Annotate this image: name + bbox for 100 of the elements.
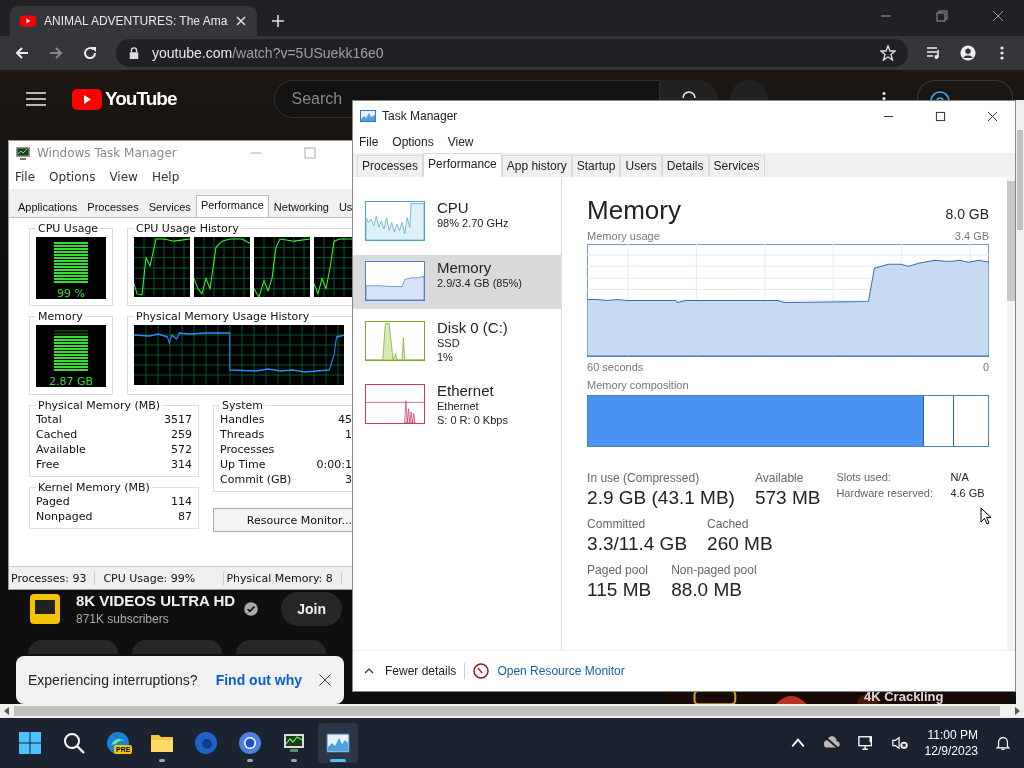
search-button[interactable] xyxy=(660,80,719,100)
channel-name[interactable]: 8K VIDEOS ULTRA HD xyxy=(76,592,236,609)
browser-icon xyxy=(194,731,218,755)
graph-time-label: 0 xyxy=(982,361,990,373)
resource-item[interactable]: Ethernet Ethernet S: 0 R: 0 Kbps xyxy=(353,378,562,435)
tab[interactable]: Users xyxy=(620,155,662,177)
site-logo-text[interactable]: YouTube xyxy=(105,88,177,110)
stat-label: Available xyxy=(36,442,86,457)
stat-value: 3.3/11.4 GB xyxy=(587,533,688,555)
stat-value: 87 xyxy=(178,509,192,524)
tab[interactable]: Performance xyxy=(195,195,269,217)
stat-value: 259 xyxy=(171,427,192,442)
resource-item[interactable]: Memory 2.9/3.4 GB (85%) xyxy=(353,255,562,309)
toast-message: Experiencing interruptions? xyxy=(28,672,198,688)
resource-detail: 1% xyxy=(437,350,454,364)
profile-icon[interactable] xyxy=(960,45,976,61)
menu-item[interactable]: Options xyxy=(49,170,96,184)
tab[interactable]: App history xyxy=(501,155,572,177)
gauge-icon xyxy=(473,663,490,679)
channel-avatar[interactable] xyxy=(30,594,60,624)
forward-icon[interactable] xyxy=(48,45,64,61)
address-bar[interactable]: youtube.com/watch?v=5USuekk16e0 xyxy=(116,39,908,67)
tab[interactable]: Startup xyxy=(571,155,621,177)
volume-muted-icon[interactable] xyxy=(890,735,909,751)
activity-chart-icon xyxy=(360,108,376,124)
cpu-history-graph xyxy=(254,237,310,297)
menu-icon[interactable] xyxy=(26,92,46,106)
more-icon[interactable] xyxy=(881,92,888,100)
stat-label: Commit (GB) xyxy=(220,472,292,487)
tab[interactable]: Performance xyxy=(423,153,502,177)
menu-item[interactable]: Help xyxy=(151,170,180,184)
tab[interactable]: Processes xyxy=(82,197,144,217)
cpu-history-graph xyxy=(134,237,190,297)
tab[interactable]: Processes xyxy=(357,155,424,177)
stat-value: 3 xyxy=(345,472,352,487)
stat-value: 260 MB xyxy=(707,533,773,555)
back-icon[interactable] xyxy=(14,45,30,61)
resource-item[interactable]: Disk 0 (C:) SSD 1% xyxy=(353,315,562,372)
scroll-right-icon[interactable] xyxy=(1014,707,1020,715)
stat-label: Non-paged pool xyxy=(671,563,757,577)
resource-detail: Ethernet xyxy=(437,399,480,413)
menu-item[interactable]: File xyxy=(359,135,379,149)
tab[interactable]: Networking xyxy=(268,197,334,217)
stat-label: Paged pool xyxy=(587,563,649,577)
status-text: Physical Memory: 8 xyxy=(224,571,342,585)
window-title: Windows Task Manager xyxy=(37,146,177,160)
meter-reading: 99 % xyxy=(57,287,85,300)
menu-item[interactable]: Options xyxy=(392,135,434,149)
play-logo-icon[interactable] xyxy=(72,89,102,110)
stat-label: Committed xyxy=(587,517,647,531)
stat-label: Paged xyxy=(36,494,70,509)
clock[interactable]: 11:00 PM 12/9/2023 xyxy=(924,728,978,758)
stat-label: Processes xyxy=(220,442,275,457)
stat-value: 114 xyxy=(171,494,192,509)
video-play-icon xyxy=(20,13,36,29)
network-icon[interactable] xyxy=(856,735,875,751)
graph-time-label: 60 seconds xyxy=(587,361,644,373)
panel-title: Memory xyxy=(587,195,681,226)
plus-icon[interactable] xyxy=(271,14,286,28)
resource-name: Disk 0 (C:) xyxy=(437,319,508,336)
find-out-why-link[interactable]: Find out why xyxy=(215,672,302,688)
resource-item[interactable]: CPU 98% 2.70 GHz xyxy=(353,195,562,249)
scroll-left-icon[interactable] xyxy=(4,707,10,715)
reload-icon[interactable] xyxy=(82,45,98,61)
close-icon[interactable] xyxy=(987,110,998,122)
horizontal-scrollbar[interactable] xyxy=(0,704,1024,718)
stat-label: Threads xyxy=(220,427,265,442)
open-resource-monitor-link[interactable]: Open Resource Monitor xyxy=(497,664,625,678)
resource-detail: 98% 2.70 GHz xyxy=(437,216,509,230)
tab[interactable]: Services xyxy=(708,155,765,177)
stat-label: Handles xyxy=(220,412,265,427)
media-queue-icon[interactable] xyxy=(926,45,942,61)
detail-label: Hardware reserved: xyxy=(836,487,934,499)
close-icon[interactable] xyxy=(992,10,1004,22)
close-icon[interactable] xyxy=(318,671,332,689)
tab[interactable]: Us xyxy=(333,197,352,217)
cloud-off-icon[interactable] xyxy=(822,735,841,751)
resource-monitor-button[interactable]: Resource Monitor... xyxy=(213,508,352,532)
bell-icon[interactable] xyxy=(994,735,1012,751)
star-icon[interactable] xyxy=(880,45,896,61)
stat-label: Cached xyxy=(707,517,750,531)
meter-reading: 2.87 GB xyxy=(48,375,94,388)
menu-item[interactable]: View xyxy=(109,170,138,184)
join-button[interactable]: Join xyxy=(281,592,342,626)
maximize-icon[interactable] xyxy=(935,110,946,122)
tab[interactable]: Details xyxy=(661,155,709,177)
restore-icon[interactable] xyxy=(936,10,948,22)
tab[interactable]: Applications xyxy=(13,197,83,217)
stat-value: 573 MB xyxy=(754,487,821,509)
stat-label: Nonpaged xyxy=(36,509,93,524)
menu-item[interactable]: File xyxy=(15,170,36,184)
fewer-details-button[interactable]: Fewer details xyxy=(363,664,457,678)
detail-value: N/A xyxy=(950,471,969,483)
tab[interactable]: Services xyxy=(143,197,196,217)
stat-label: Available xyxy=(754,471,805,485)
browser-tab[interactable]: ANIMAL ADVENTURES: The Ama xyxy=(10,6,258,36)
menu-item[interactable]: View xyxy=(447,135,474,149)
browser-icon xyxy=(238,731,262,755)
lock-icon xyxy=(128,47,140,59)
composition-label: Memory composition xyxy=(587,379,690,391)
